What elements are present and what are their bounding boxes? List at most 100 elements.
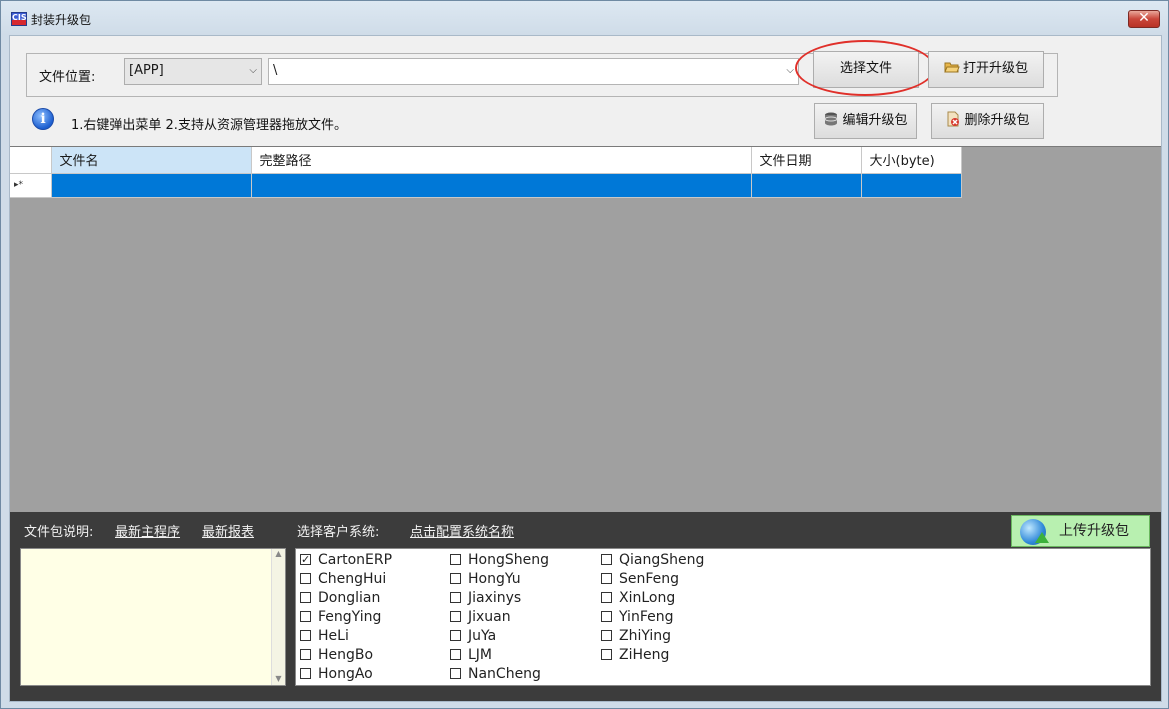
globe-upload-icon (1020, 519, 1049, 545)
client-checkbox-item[interactable]: Jixuan (450, 608, 511, 627)
root-select[interactable]: [APP] ⌵ (124, 58, 262, 85)
config-names-link[interactable]: 点击配置系统名称 (410, 521, 514, 540)
delete-package-button[interactable]: 删除升级包 (931, 103, 1044, 139)
client-name: CartonERP (318, 552, 393, 568)
checkbox[interactable] (300, 550, 311, 569)
delete-package-label: 删除升级包 (964, 113, 1030, 128)
close-button[interactable]: ✕ (1128, 10, 1160, 28)
open-package-label: 打开升级包 (962, 61, 1028, 76)
client-checkbox-item[interactable]: NanCheng (450, 665, 541, 684)
client-checkbox-item[interactable]: Jiaxinys (450, 589, 521, 608)
client-name: HongSheng (468, 552, 549, 568)
main-window: CIS 封装升级包 ✕ 文件位置: [APP] ⌵ \ ⌵ 选择文件 打开升级包… (0, 0, 1169, 709)
checkbox[interactable] (601, 592, 612, 603)
client-checkbox-item[interactable]: QiangSheng (601, 551, 704, 570)
checkbox[interactable] (300, 668, 311, 679)
checkbox[interactable] (450, 573, 461, 584)
column-header-fullpath[interactable]: 完整路径 (251, 147, 752, 174)
client-name: HongYu (468, 571, 521, 587)
chevron-down-icon: ⌵ (786, 65, 794, 76)
checkbox[interactable] (450, 649, 461, 660)
client-name: ZhiYing (619, 628, 672, 644)
client-name: JuYa (468, 628, 497, 644)
latest-report-link[interactable]: 最新报表 (202, 521, 254, 540)
client-checkbox-item[interactable]: LJM (450, 646, 492, 665)
column-header-date[interactable]: 文件日期 (751, 147, 862, 174)
latest-main-link[interactable]: 最新主程序 (115, 521, 180, 540)
hint-text: 1.右键弹出菜单 2.支持从资源管理器拖放文件。 (71, 118, 347, 133)
client-checkbox-item[interactable]: JuYa (450, 627, 496, 646)
checkbox[interactable] (300, 649, 311, 660)
checkbox[interactable] (450, 611, 461, 622)
file-table: 文件名 完整路径 文件日期 大小(byte) ▸* (10, 147, 962, 198)
delete-file-icon (945, 107, 961, 127)
open-package-button[interactable]: 打开升级包 (928, 51, 1044, 88)
client-name: SenFeng (619, 571, 680, 587)
cell-filename[interactable] (51, 173, 252, 198)
checkbox[interactable] (601, 630, 612, 641)
title-bar[interactable]: CIS 封装升级包 ✕ (1, 1, 1168, 35)
checkbox[interactable] (300, 611, 311, 622)
checkbox[interactable] (450, 554, 461, 565)
select-file-button[interactable]: 选择文件 (813, 51, 919, 88)
client-checkbox-item[interactable]: HongYu (450, 570, 521, 589)
client-checkbox-item[interactable]: Donglian (300, 589, 380, 608)
client-name: ChengHui (318, 571, 387, 587)
upload-package-button[interactable]: 上传升级包 (1011, 515, 1150, 547)
checkbox[interactable] (450, 592, 461, 603)
checkbox[interactable] (300, 592, 311, 603)
cell-fullpath[interactable] (251, 173, 752, 198)
edit-package-label: 编辑升级包 (842, 113, 908, 128)
path-value: \ (273, 63, 278, 78)
column-header-filename[interactable]: 文件名 (51, 147, 252, 174)
client-checkbox-item[interactable]: YinFeng (601, 608, 673, 627)
client-checkbox-item[interactable]: XinLong (601, 589, 675, 608)
client-checkbox-item[interactable]: CartonERP (300, 550, 393, 570)
column-header-size[interactable]: 大小(byte) (861, 147, 962, 174)
root-select-value: [APP] (129, 63, 164, 78)
info-icon: i (32, 108, 54, 130)
client-name: NanCheng (468, 666, 541, 682)
checkbox[interactable] (601, 649, 612, 660)
checkbox[interactable] (601, 573, 612, 584)
path-combobox[interactable]: \ ⌵ (268, 58, 799, 85)
client-checkbox-item[interactable]: FengYing (300, 608, 381, 627)
cell-date[interactable] (751, 173, 862, 198)
client-checkbox-item[interactable]: ChengHui (300, 570, 386, 589)
checkbox[interactable] (601, 611, 612, 622)
client-name: Donglian (318, 590, 381, 606)
edit-package-button[interactable]: 编辑升级包 (814, 103, 917, 139)
package-desc-label: 文件包说明: (24, 525, 94, 540)
scroll-down-icon[interactable]: ▼ (272, 674, 285, 683)
client-name: ZiHeng (619, 647, 670, 663)
client-name: QiangSheng (619, 552, 705, 568)
checkbox[interactable] (450, 668, 461, 679)
window-title: 封装升级包 (31, 13, 92, 27)
table-row[interactable]: ▸* (10, 173, 962, 198)
client-checkbox-item[interactable]: ZiHeng (601, 646, 669, 665)
client-checkbox-item[interactable]: HengBo (300, 646, 373, 665)
client-checkbox-item[interactable]: SenFeng (601, 570, 679, 589)
client-checkbox-item[interactable]: HongSheng (450, 551, 549, 570)
checkbox[interactable] (300, 573, 311, 584)
checkbox[interactable] (601, 554, 612, 565)
file-grid[interactable]: 文件名 完整路径 文件日期 大小(byte) ▸* (10, 146, 1161, 513)
chevron-down-icon: ⌵ (249, 65, 257, 76)
client-name: HongAo (318, 666, 373, 682)
client-checkbox-item[interactable]: ZhiYing (601, 627, 671, 646)
client-name: FengYing (318, 609, 382, 625)
grid-header-row: 文件名 完整路径 文件日期 大小(byte) (10, 147, 962, 174)
select-client-label: 选择客户系统: (297, 525, 380, 540)
checkbox[interactable] (300, 630, 311, 641)
scroll-up-icon[interactable]: ▲ (272, 549, 285, 558)
row-marker[interactable]: ▸* (10, 173, 52, 198)
client-checkbox-item[interactable]: HongAo (300, 665, 373, 684)
scrollbar[interactable]: ▲ ▼ (271, 549, 285, 685)
package-description-textarea[interactable]: ▲ ▼ (20, 548, 286, 686)
app-icon: CIS (11, 12, 27, 26)
client-system-list[interactable]: CartonERP ChengHui Donglian FengYing HeLi Hen… (295, 548, 1151, 686)
client-name: LJM (468, 647, 493, 663)
checkbox[interactable] (450, 630, 461, 641)
cell-size[interactable] (861, 173, 962, 198)
client-checkbox-item[interactable]: HeLi (300, 627, 349, 646)
